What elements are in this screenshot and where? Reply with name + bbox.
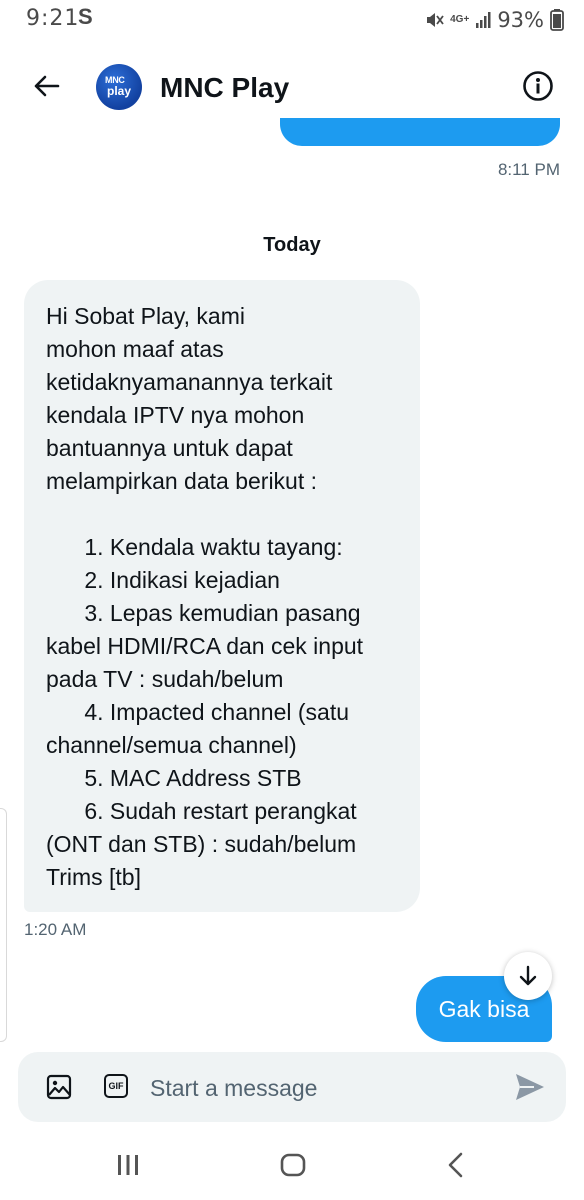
back-arrow-icon [34, 75, 60, 97]
carrier-icon: S [78, 4, 93, 29]
edge-panel-handle[interactable] [0, 808, 7, 1042]
status-time: 9:21 [26, 6, 80, 31]
message-composer: GIF [18, 1052, 566, 1122]
send-icon [516, 1074, 544, 1100]
arrow-down-icon [519, 965, 537, 986]
send-button[interactable] [514, 1072, 546, 1107]
gif-label: GIF [108, 1081, 124, 1091]
incoming-message-bubble[interactable]: Hi Sobat Play, kami mohon maaf atas keti… [24, 280, 420, 912]
avatar-logo-line2: play [107, 84, 132, 98]
message-input[interactable] [150, 1070, 490, 1106]
incoming-message-time: 1:20 AM [24, 920, 87, 939]
signal-icon [476, 12, 491, 28]
mute-icon [427, 13, 444, 27]
recent-apps-icon [118, 1155, 138, 1175]
home-button[interactable] [278, 1150, 308, 1185]
media-button[interactable] [46, 1074, 72, 1105]
status-icons: 4G+ 93% [424, 8, 564, 32]
day-separator: Today [263, 234, 321, 256]
battery-percent: 93% [497, 8, 544, 32]
home-icon [280, 1153, 306, 1177]
recent-apps-button[interactable] [116, 1150, 140, 1185]
gif-button[interactable]: GIF [104, 1074, 128, 1098]
back-nav-button[interactable] [444, 1150, 468, 1185]
image-icon [46, 1074, 72, 1100]
outgoing-message-text: Gak bisa [438, 995, 530, 1022]
network-type: 4G+ [450, 14, 470, 25]
info-icon [523, 71, 553, 101]
contact-name[interactable]: MNC Play [160, 72, 289, 104]
back-button[interactable] [28, 68, 64, 104]
battery-icon [550, 9, 564, 31]
previous-outgoing-bubble[interactable] [280, 118, 560, 146]
avatar[interactable]: MNC play [96, 64, 142, 110]
back-chevron-icon [448, 1152, 463, 1178]
scroll-to-bottom-button[interactable] [504, 952, 552, 1000]
previous-message-time: 8:11 PM [497, 160, 560, 179]
info-button[interactable] [522, 70, 554, 102]
